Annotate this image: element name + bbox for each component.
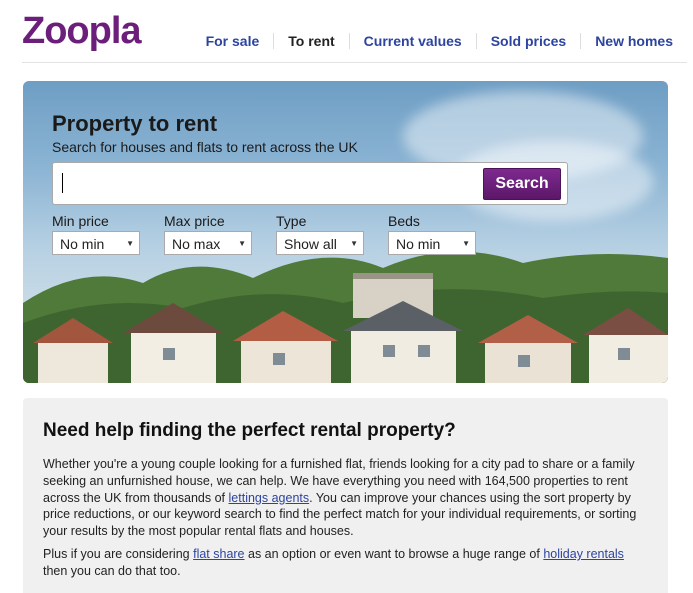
page-subtitle: Search for houses and flats to rent acro… xyxy=(52,139,358,155)
search-button[interactable]: Search xyxy=(483,168,561,200)
type-label: Type xyxy=(276,213,307,229)
dropdown-arrow-icon: ▼ xyxy=(350,239,358,248)
beds-label: Beds xyxy=(388,213,420,229)
extra-text: Plus if you are considering xyxy=(43,547,194,561)
type-select[interactable]: Show all ▼ xyxy=(276,231,364,255)
lettings-agents-link[interactable]: lettings agents xyxy=(229,491,310,505)
nav-sold-prices[interactable]: Sold prices xyxy=(477,33,582,49)
rent-search-hero: Property to rent Search for houses and f… xyxy=(23,81,668,383)
nav-for-sale[interactable]: For sale xyxy=(192,33,275,49)
location-search-input[interactable]: Search xyxy=(52,162,568,205)
type-filter: Type Show all ▼ xyxy=(276,213,364,255)
text-cursor xyxy=(62,173,63,193)
min-price-value: No min xyxy=(60,236,105,252)
max-price-label: Max price xyxy=(164,213,225,229)
type-value: Show all xyxy=(284,236,337,252)
beds-select[interactable]: No min ▼ xyxy=(388,231,476,255)
help-heading: Need help finding the perfect rental pro… xyxy=(43,420,456,441)
extra-text: as an option or even want to browse a hu… xyxy=(244,547,544,561)
nav-current-values[interactable]: Current values xyxy=(350,33,477,49)
flat-share-link[interactable]: flat share xyxy=(193,547,244,561)
extra-text: then you can do that too. xyxy=(43,563,181,578)
beds-value: No min xyxy=(396,236,441,252)
max-price-value: No max xyxy=(172,236,221,252)
holiday-rentals-link[interactable]: holiday rentals xyxy=(543,547,624,561)
extra-paragraph: Plus if you are considering flat share a… xyxy=(43,546,643,580)
beds-filter: Beds No min ▼ xyxy=(388,213,476,255)
page-title: Property to rent xyxy=(52,111,218,136)
zoopla-logo[interactable]: Zoopla xyxy=(22,10,142,53)
dropdown-arrow-icon: ▼ xyxy=(462,239,470,248)
nav-new-homes[interactable]: New homes xyxy=(581,33,687,49)
min-price-filter: Min price No min ▼ xyxy=(52,213,140,255)
dropdown-arrow-icon: ▼ xyxy=(238,239,246,248)
rental-help-panel: Need help finding the perfect rental pro… xyxy=(23,398,668,593)
dropdown-arrow-icon: ▼ xyxy=(126,239,134,248)
nav-to-rent[interactable]: To rent xyxy=(274,33,350,49)
min-price-label: Min price xyxy=(52,213,109,229)
main-nav: For sale To rent Current values Sold pri… xyxy=(192,33,687,49)
max-price-select[interactable]: No max ▼ xyxy=(164,231,252,255)
max-price-filter: Max price No max ▼ xyxy=(164,213,252,255)
min-price-select[interactable]: No min ▼ xyxy=(52,231,140,255)
help-paragraph: Whether you're a young couple looking fo… xyxy=(43,456,643,540)
site-header: Zoopla For sale To rent Current values S… xyxy=(22,0,687,63)
